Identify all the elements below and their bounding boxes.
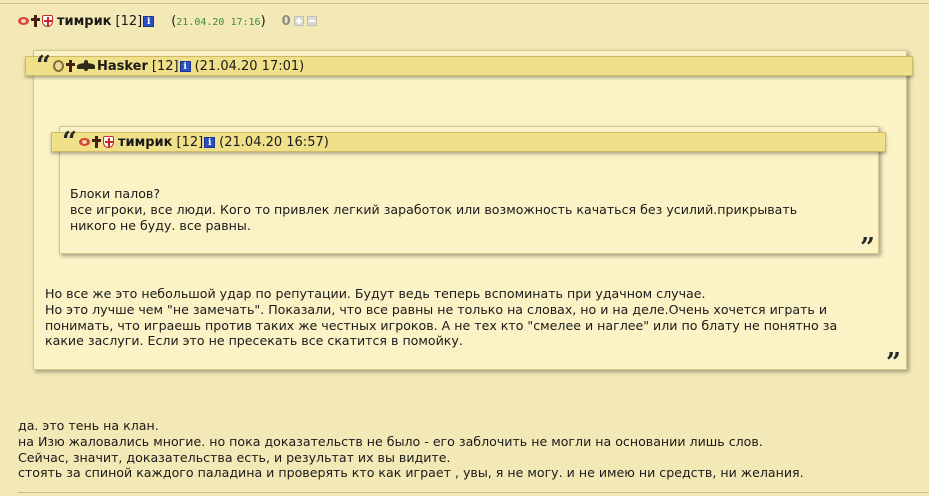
cross-badge-icon: [65, 60, 76, 72]
text-line: на Изю жаловались многие. но пока доказа…: [18, 433, 763, 449]
text-line: все игроки, все люди. Кого то привлек ле…: [70, 201, 798, 217]
cross-badge-icon: [91, 136, 102, 148]
quote-open-mark: “: [36, 51, 51, 81]
outer-quote-level: [12]: [151, 58, 179, 74]
top-divider: [0, 3, 929, 4]
inner-quote-text: Блоки палов? все игроки, все люди. Кого …: [70, 186, 797, 233]
bottom-divider: [18, 492, 929, 493]
outer-quote-text: Но все же это небольшой удар по репутаци…: [45, 286, 837, 349]
text-line: какие заслуги. Если это не пресекать все…: [45, 333, 463, 349]
quote-close-mark: ”: [886, 348, 901, 378]
user-info-icon[interactable]: i: [179, 60, 191, 72]
text-line: да. это тень на клан.: [18, 418, 159, 433]
cross-badge-icon: [30, 15, 41, 27]
wreath-badge-icon: [52, 60, 64, 72]
post-date: (21.04.20 17:16): [171, 14, 265, 29]
user-info-icon[interactable]: i: [204, 136, 216, 148]
post-author-level: [12]: [115, 13, 143, 29]
inner-quote-date: (21.04.20 16:57): [219, 134, 329, 150]
vote-plus-button[interactable]: [293, 16, 304, 26]
outer-quote-date: (21.04.20 17:01): [194, 58, 305, 74]
text-line: никого не буду. все равны.: [70, 217, 251, 233]
post-score: 0: [281, 13, 291, 29]
shield-badge-icon: [102, 136, 114, 148]
post-author-link[interactable]: тимрик: [57, 14, 112, 29]
text-line: Сейчас, значит, доказательства есть, и р…: [18, 449, 451, 465]
outer-quote-header: “ Hasker [12] i (21.04.20 17:01): [25, 51, 913, 81]
text-line: Но это лучше чем "не замечать". Показали…: [45, 301, 828, 317]
post-body: да. это тень на клан. на Изю жаловались …: [18, 418, 804, 481]
wing-badge-icon: [78, 136, 90, 148]
text-line: стоять за спиной каждого паладина и пров…: [18, 465, 804, 481]
text-line: Блоки палов?: [70, 186, 161, 201]
post-date-value: 21.04.20 17:16: [176, 16, 261, 28]
outer-quote-author[interactable]: Hasker: [97, 59, 148, 74]
text-line: понимать, что играешь против таких же че…: [45, 317, 838, 333]
eagle-badge-icon: [76, 60, 95, 72]
inner-quote-level: [12]: [176, 134, 204, 150]
inner-quote-header: “ тимрик [12] i (21.04.20 16:57): [51, 127, 886, 157]
quote-open-mark: “: [62, 127, 77, 157]
shield-badge-icon: [42, 15, 53, 27]
user-info-icon[interactable]: i: [143, 15, 155, 27]
vote-minus-button[interactable]: [306, 16, 317, 26]
post-header: тимрик [12] i (21.04.20 17:16) 0: [18, 11, 317, 31]
quote-close-mark: ”: [860, 233, 875, 263]
inner-quote-author[interactable]: тимрик: [118, 135, 173, 150]
date-close-paren: ): [260, 13, 266, 29]
text-line: Но все же это небольшой удар по репутаци…: [45, 286, 706, 301]
wing-badge-icon: [18, 15, 29, 27]
